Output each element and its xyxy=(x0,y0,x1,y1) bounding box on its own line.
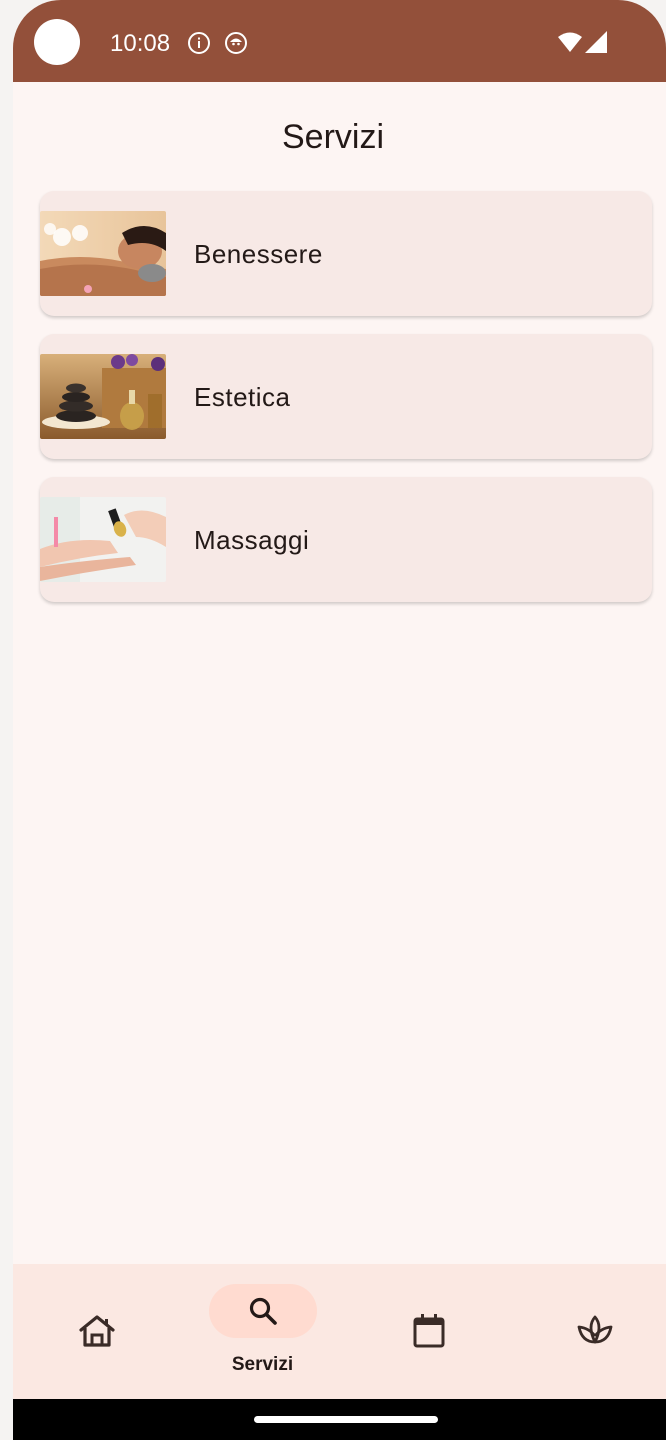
service-label: Massaggi xyxy=(194,525,310,555)
nav-active-indicator xyxy=(208,1284,317,1338)
home-gesture-handle[interactable] xyxy=(254,1416,438,1423)
service-card-estetica[interactable]: Estetica xyxy=(40,334,652,459)
service-card-benessere[interactable]: Benessere xyxy=(40,191,652,316)
notification-icon xyxy=(225,32,247,54)
nav-item-servizi[interactable]: Servizi xyxy=(181,1264,344,1399)
nav-item-home[interactable] xyxy=(15,1264,178,1399)
status-bar: 10:08 xyxy=(13,0,666,82)
service-label: Benessere xyxy=(194,239,323,269)
page-title: Servizi xyxy=(281,118,385,156)
gesture-navigation-bar xyxy=(13,1399,666,1440)
calendar-icon xyxy=(413,1314,444,1348)
hot-stones-oils-photo xyxy=(40,354,166,439)
nav-item-spa[interactable] xyxy=(513,1264,666,1399)
service-list: Benessere Estetica Massaggi xyxy=(40,191,652,620)
camera-cutout xyxy=(34,19,80,65)
signal-icon xyxy=(585,31,607,53)
bottom-navigation: Servizi xyxy=(13,1264,666,1399)
info-icon xyxy=(188,32,210,54)
service-label: Estetica xyxy=(194,382,291,412)
service-card-massaggi[interactable]: Massaggi xyxy=(40,477,652,602)
nav-item-calendar[interactable] xyxy=(347,1264,510,1399)
wifi-icon xyxy=(558,32,582,52)
home-icon xyxy=(78,1315,115,1347)
manicure-hands-photo xyxy=(40,497,166,582)
status-time: 10:08 xyxy=(110,30,171,57)
search-icon xyxy=(249,1297,277,1325)
nav-label-servizi: Servizi xyxy=(231,1354,294,1375)
phone-screen: 10:08 Servizi Benessere Estetica Massagg… xyxy=(13,0,666,1440)
spa-back-massage-photo xyxy=(40,211,166,296)
lotus-icon xyxy=(577,1315,612,1344)
